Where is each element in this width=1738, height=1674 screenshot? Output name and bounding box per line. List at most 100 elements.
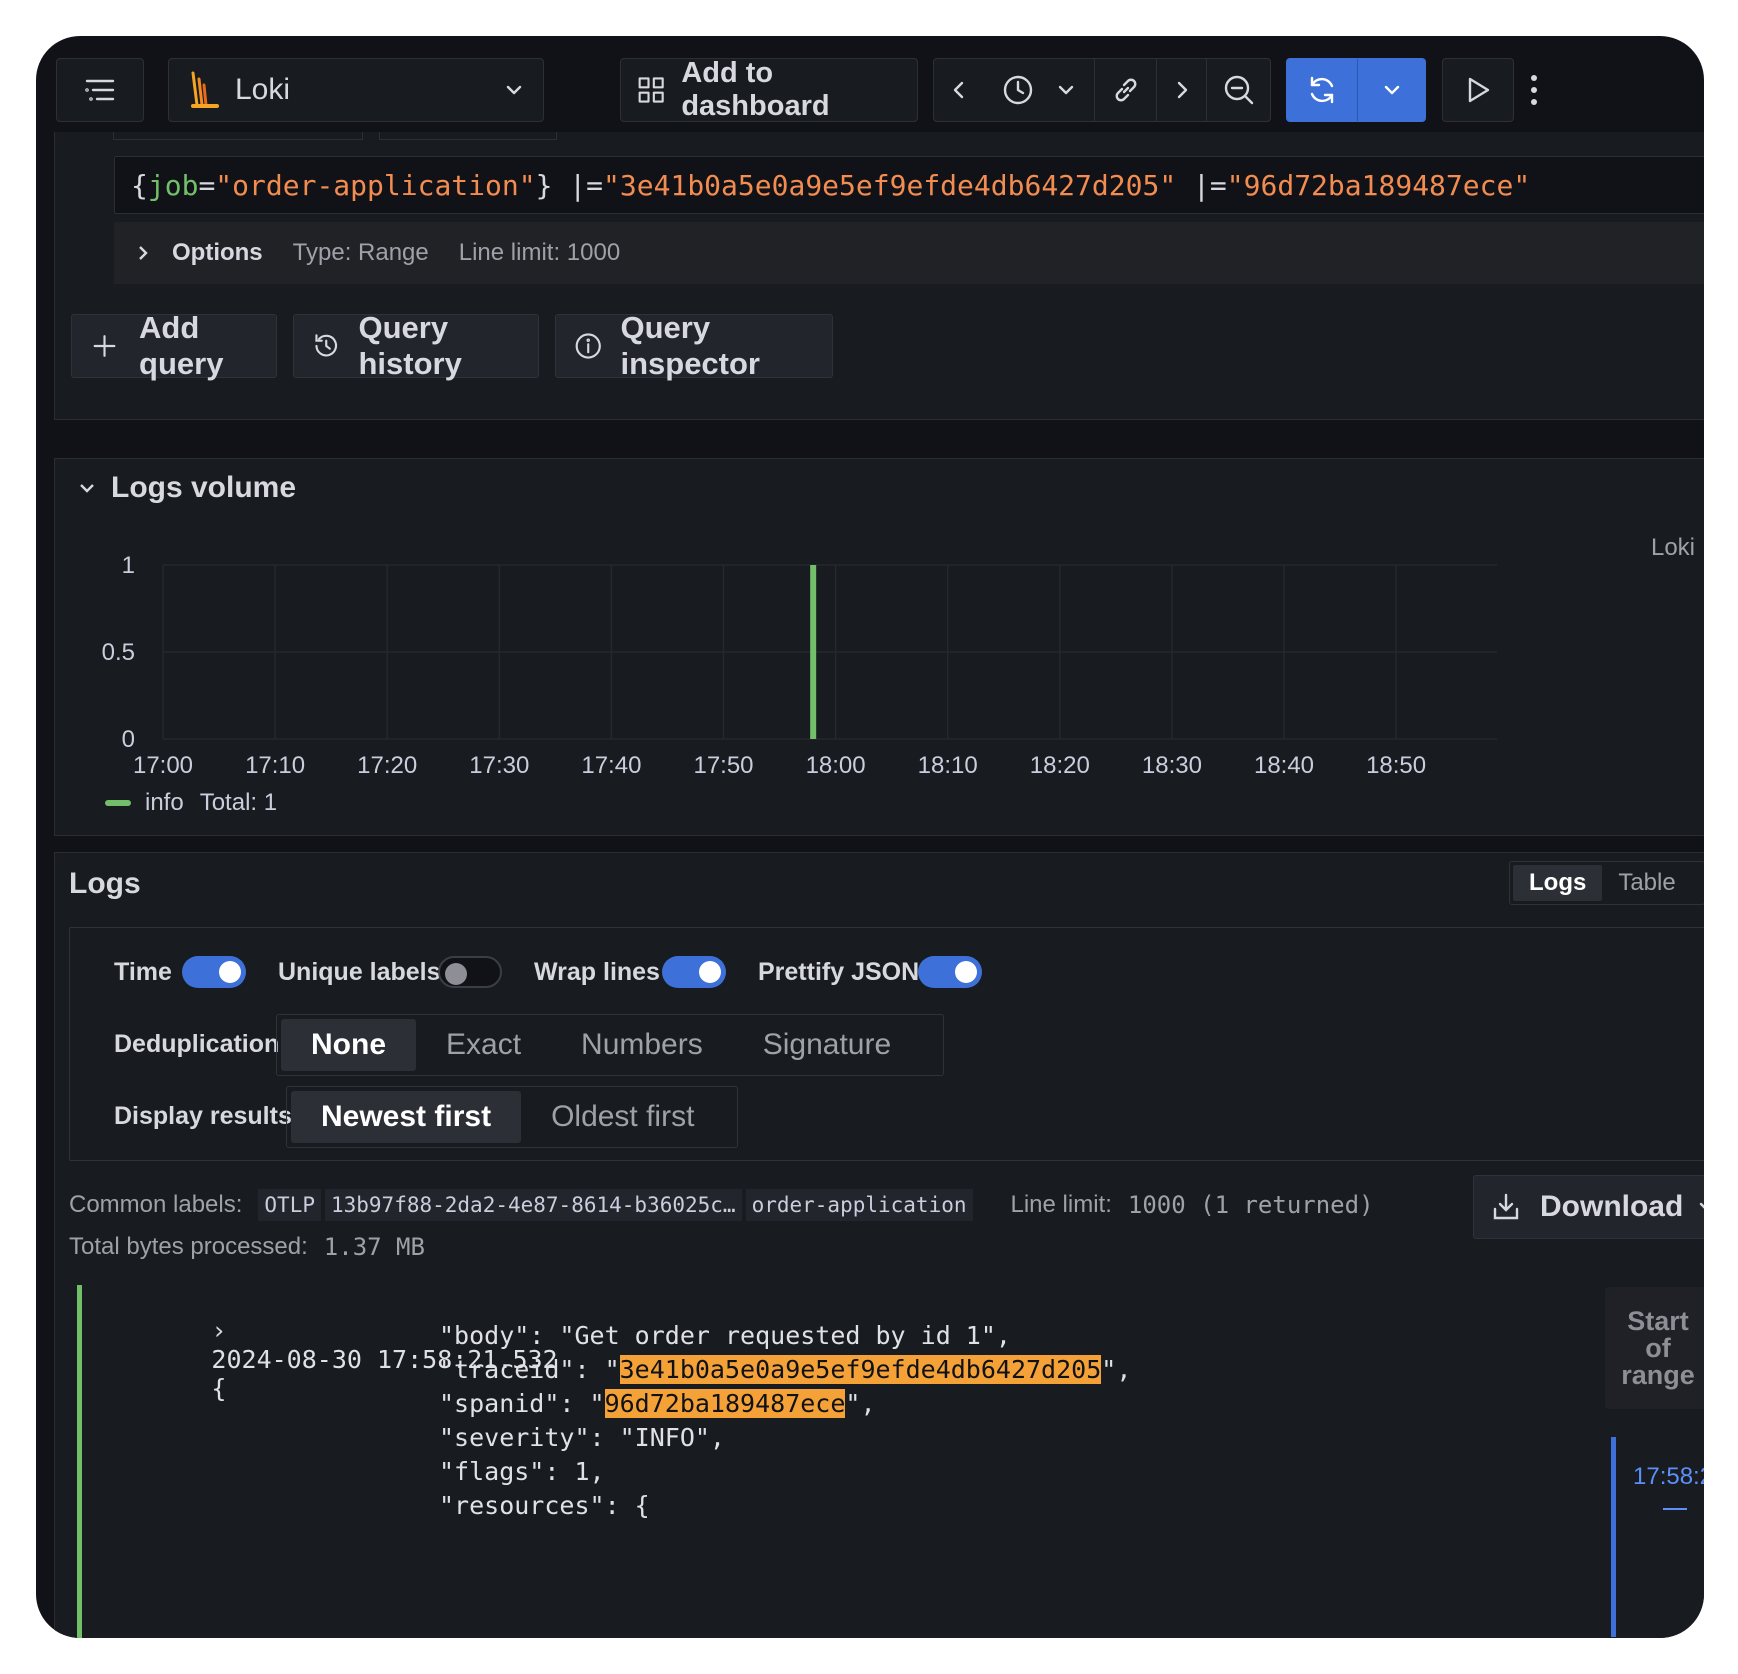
explore-window: Loki Add to dashboard {job = "order-app… — [36, 36, 1704, 1638]
dashboard-grid-icon — [638, 77, 664, 103]
query-editor-panel: {job = "order-application"} |= "3e41b0a5e0a… — [54, 132, 1704, 420]
add-query-button[interactable]: Add query — [71, 310, 277, 381]
copy-link-button[interactable] — [1094, 59, 1156, 121]
dedup-option-signature[interactable]: Signature — [733, 1019, 921, 1071]
dedup-option-none[interactable]: None — [281, 1019, 416, 1071]
log-json-line: "flags": 1, — [439, 1457, 605, 1486]
tab-logs[interactable]: Logs — [1513, 865, 1603, 901]
more-vertical-icon — [1531, 75, 1537, 105]
query-input[interactable]: {job = "order-application"} |= "3e41b0a5e0a… — [114, 156, 1704, 214]
datasource-picker[interactable]: Loki — [168, 58, 544, 122]
menu-button[interactable] — [56, 58, 144, 122]
wrap-lines-toggle-label: Wrap lines — [534, 958, 660, 986]
time-forward-button[interactable] — [1156, 59, 1206, 121]
query-inspector-button[interactable]: Query inspector — [555, 310, 833, 381]
display-results-label: Display results — [114, 1102, 292, 1130]
logs-options-box: Time Unique labels Wrap lines Prettify J… — [69, 927, 1704, 1161]
sort-option-newest[interactable]: Newest first — [291, 1091, 522, 1143]
chart-x-tick-label: 17:40 — [581, 752, 641, 779]
legend-series-name: info — [145, 789, 184, 816]
menu-icon — [85, 79, 115, 101]
dedup-option-exact[interactable]: Exact — [416, 1019, 551, 1071]
live-tail-button[interactable] — [1442, 58, 1514, 122]
deduplication-label: Deduplication — [114, 1030, 280, 1058]
chevron-down-icon — [1058, 85, 1074, 95]
time-back-button[interactable] — [934, 59, 984, 121]
timeline-time-label[interactable]: 17:58:21 — [1633, 1463, 1704, 1491]
unique-labels-toggle-label: Unique labels — [278, 958, 441, 986]
log-json-value: ", — [1101, 1355, 1132, 1384]
log-json-value: "Get order requested by id 1", — [559, 1321, 1011, 1350]
chart-x-tick-label: 18:20 — [1030, 752, 1090, 779]
log-json-key: "body": — [439, 1321, 560, 1350]
log-json-line: "resources": { — [439, 1491, 650, 1520]
chart-x-tick-label: 17:10 — [245, 752, 305, 779]
log-row[interactable]: › 2024-08-30 17:58:21.532 { "body": "Get… — [91, 1287, 1421, 1638]
query-token: "order-application" — [215, 168, 536, 202]
log-json-value: 1, — [574, 1457, 605, 1486]
chevron-down-icon — [1700, 1202, 1704, 1209]
query-options-row[interactable]: Options Type: Range Line limit: 1000 — [114, 222, 1704, 284]
query-token: "3e41b0a5e0a9e5ef9efde4db6427d205" — [603, 168, 1177, 202]
datasource-name: Loki — [235, 73, 291, 106]
display-results-radio-group: Newest first Oldest first — [286, 1086, 738, 1148]
common-label-chip: 13b97f88-2da2-4e87-8614-b36025c… — [324, 1189, 742, 1221]
bytes-processed-value: 1.37 MB — [323, 1233, 425, 1261]
query-token: { — [131, 168, 148, 202]
chart-y-tick-label: 0.5 — [102, 639, 135, 666]
log-json-line: "spanid": "96d72ba189487ece", — [439, 1389, 876, 1418]
log-json-key: "resources": — [439, 1491, 635, 1520]
download-button[interactable]: Download — [1473, 1175, 1704, 1239]
chevron-down-icon — [506, 85, 522, 95]
chart-x-tick-label: 17:30 — [469, 752, 529, 779]
chart-x-tick-label: 17:50 — [693, 752, 753, 779]
more-options-button[interactable] — [1524, 70, 1544, 110]
play-icon — [1468, 77, 1490, 103]
chevron-down-icon — [1384, 85, 1399, 95]
add-to-dashboard-label: Add to dashboard — [681, 57, 830, 122]
wrap-lines-toggle[interactable] — [662, 956, 726, 988]
chevron-left-icon — [953, 81, 964, 99]
unique-labels-toggle[interactable] — [438, 956, 502, 988]
dedup-option-numbers[interactable]: Numbers — [551, 1019, 733, 1071]
logs-title: Logs — [69, 867, 141, 900]
chart-bar — [810, 565, 817, 739]
prettify-json-toggle[interactable] — [918, 956, 982, 988]
zoom-out-icon — [1224, 75, 1253, 105]
chart-legend[interactable]: info Total: 1 — [105, 789, 277, 817]
log-json-line: "severity": "INFO", — [439, 1423, 725, 1452]
clock-icon — [1003, 75, 1033, 105]
log-json-key: "spanid": " — [439, 1389, 605, 1418]
logs-volume-chart: Loki 17:00 17:10 17:20 17:30 17:40 17:50 18:00… — [102, 534, 1695, 779]
chart-x-tick-label: 18:40 — [1254, 752, 1314, 779]
timeline-bar — [1611, 1437, 1616, 1637]
common-label-chip: OTLP — [258, 1189, 321, 1221]
download-icon — [1493, 1193, 1519, 1220]
time-picker-button[interactable] — [984, 59, 1094, 121]
loki-logo-icon — [191, 71, 219, 108]
logs-view-switch: Logs Table — [1509, 861, 1704, 905]
query-history-button[interactable]: Query history — [293, 310, 539, 381]
options-label: Options — [172, 239, 263, 266]
zoom-out-button[interactable] — [1206, 59, 1270, 121]
timeline-tick — [1663, 1508, 1687, 1510]
chart-x-tick-label: 18:30 — [1142, 752, 1202, 779]
query-token: job — [147, 168, 199, 202]
logs-volume-panel: Logs volume Loki 17:00 17:10 17:20 17:30 17:… — [54, 458, 1704, 836]
bytes-processed-label: Total bytes processed: — [69, 1233, 308, 1260]
time-toggle[interactable] — [182, 956, 246, 988]
prettify-json-toggle-label: Prettify JSON — [758, 958, 920, 986]
refresh-button[interactable] — [1287, 59, 1357, 121]
link-icon — [1115, 78, 1136, 102]
download-label: Download — [1540, 1190, 1684, 1223]
search-highlight: 96d72ba189487ece — [604, 1389, 846, 1418]
refresh-interval-dropdown[interactable] — [1357, 59, 1425, 121]
log-json-line: "body": "Get order requested by id 1", — [439, 1321, 1011, 1350]
range-start-marker[interactable]: Start of range — [1605, 1287, 1704, 1409]
add-to-dashboard-button[interactable]: Add to dashboard — [620, 57, 918, 122]
query-token: } |= — [535, 168, 604, 202]
tab-table[interactable]: Table — [1602, 865, 1691, 901]
query-type-label: Type: Range — [292, 239, 429, 266]
sort-option-oldest[interactable]: Oldest first — [521, 1091, 724, 1143]
time-toggle-label: Time — [114, 958, 172, 986]
